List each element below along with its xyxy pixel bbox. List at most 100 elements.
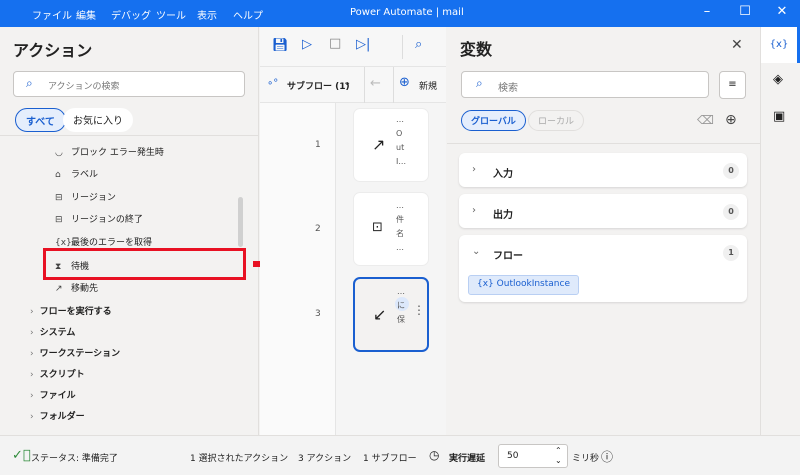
category-script[interactable]: › スクリプト <box>30 367 85 380</box>
search-placeholder: アクションの検索 <box>48 82 120 92</box>
layers-tab-icon[interactable]: ◈ <box>773 72 783 87</box>
category-system[interactable]: › システム <box>30 325 75 338</box>
outlook-icon: ⊡ <box>372 220 383 235</box>
action-item[interactable]: ↗ 移動先 <box>55 281 98 294</box>
variable-search-input[interactable]: ⌕ 検索 <box>461 71 709 98</box>
add-icon[interactable]: ⊕ <box>399 75 410 90</box>
filter-all[interactable]: すべて <box>15 108 66 132</box>
subflow-toolbar: ∘° サブフロー (1) ⌄ ← ⊕ 新規 <box>260 67 446 103</box>
divider <box>393 67 394 103</box>
minimize-button[interactable]: – <box>697 4 717 19</box>
goto-icon: ↗ <box>55 284 63 294</box>
section-flow[interactable]: ⌄ フロー 1 {x} OutlookInstance <box>459 235 747 302</box>
variable-icon: {x} <box>477 279 494 289</box>
category-run-flow[interactable]: › フローを実行する <box>30 304 112 317</box>
shield-icon: ◡ <box>55 148 63 158</box>
menu-view[interactable]: 表示 <box>197 7 217 22</box>
more-options-icon[interactable]: ⋮ <box>413 303 425 317</box>
add-variable-icon[interactable]: ⊕ <box>725 112 737 128</box>
filter-favorites[interactable]: お気に入り <box>63 108 133 132</box>
action-item[interactable]: ◡ ブロック エラー発生時 <box>55 145 164 158</box>
arrow-up-right-icon: ↗ <box>372 135 386 154</box>
category-folder[interactable]: › フォルダー <box>30 409 85 422</box>
variables-tab-icon[interactable]: {x} <box>761 27 800 63</box>
chevron-down-icon[interactable]: ⌄ <box>343 77 351 88</box>
eraser-icon[interactable]: ⌫ <box>697 113 714 127</box>
action-item[interactable]: ⊟ リージョンの終了 <box>55 212 143 225</box>
info-icon[interactable]: ⓘ <box>601 448 613 465</box>
title-bar: ファイル 編集 デバッグ ツール 表示 ヘルプ Power Automate |… <box>0 0 800 27</box>
section-input[interactable]: › 入力 0 <box>459 153 747 187</box>
menu-file[interactable]: ファイル <box>32 7 72 22</box>
maximize-button[interactable]: ☐ <box>735 4 755 19</box>
back-icon[interactable]: ← <box>370 76 381 91</box>
region-end-icon: ⊟ <box>55 215 63 225</box>
category-workstation[interactable]: › ワークステーション <box>30 346 120 359</box>
action-label: リージョン <box>71 193 116 203</box>
menu-help[interactable]: ヘルプ <box>233 7 263 22</box>
step-text: … <box>396 201 404 210</box>
flow-step-card-selected[interactable]: ↙ … に保 ⋮ <box>353 277 429 352</box>
variable-chip[interactable]: {x} OutlookInstance <box>468 275 579 295</box>
section-label: 入力 <box>493 169 513 180</box>
subflow-dropdown[interactable]: サブフロー (1) <box>287 79 350 92</box>
step-text: 件 <box>396 215 404 224</box>
variables-title: 変数 <box>460 40 493 59</box>
scope-global[interactable]: グローバル <box>461 110 526 131</box>
step-text: … <box>396 243 404 252</box>
step-text: O <box>396 129 403 138</box>
images-tab-icon[interactable]: ▣ <box>773 109 785 124</box>
delay-input[interactable]: 50 ⌃ ⌄ <box>498 444 568 468</box>
arrow-down-left-icon: ↙ <box>373 305 387 324</box>
action-count: 3 アクション <box>298 454 352 464</box>
actions-panel: アクション ⌕ アクションの検索 すべて お気に入り ◡ ブロック エラー発生時 … <box>0 27 259 435</box>
category-label: ワークステーション <box>39 349 121 359</box>
action-item[interactable]: ⌂ ラベル <box>55 167 98 180</box>
divider <box>447 143 760 144</box>
window-title: Power Automate | mail <box>350 7 464 18</box>
menu-debug[interactable]: デバッグ <box>111 7 151 22</box>
flow-step-card[interactable]: ⊡ … 件名… <box>353 192 429 266</box>
category-label: フローを実行する <box>39 307 112 317</box>
delay-label: 実行遅延 <box>449 454 486 464</box>
action-item[interactable]: {x}最後のエラーを取得 <box>55 235 152 248</box>
region-icon: ⊟ <box>55 193 63 203</box>
action-item[interactable]: ⊟ リージョン <box>55 190 116 203</box>
section-label: フロー <box>493 251 523 262</box>
scrollbar[interactable] <box>238 197 243 247</box>
category-label: システム <box>39 328 76 338</box>
search-icon[interactable]: ⌕ <box>415 37 422 52</box>
flow-step-card[interactable]: ↗ … Out I... <box>353 108 429 182</box>
chevron-right-icon: › <box>30 307 34 317</box>
step-number: 3 <box>315 309 321 319</box>
stepper-icon[interactable]: ⌃ ⌄ <box>555 446 562 466</box>
save-icon[interactable]: 💾︎ <box>272 38 289 53</box>
chevron-right-icon: › <box>30 412 34 422</box>
chevron-right-icon: › <box>472 205 476 216</box>
clock-icon: ◷ <box>429 448 440 462</box>
action-search-input[interactable]: ⌕ アクションの検索 <box>13 71 245 97</box>
chevron-right-icon: › <box>472 164 476 175</box>
action-label: リージョンの終了 <box>71 215 143 225</box>
menu-edit[interactable]: 編集 <box>76 7 96 22</box>
close-window-button[interactable]: ✕ <box>772 4 792 19</box>
filter-button[interactable]: ≡ <box>719 71 746 99</box>
run-icon[interactable]: ▷ <box>302 37 312 52</box>
variable-name: OutlookInstance <box>496 279 570 289</box>
subflow-count: 1 サブフロー <box>363 454 417 464</box>
category-label: フォルダー <box>39 412 85 422</box>
close-panel-icon[interactable]: ✕ <box>731 37 743 53</box>
new-subflow-button[interactable]: 新規 <box>419 79 437 92</box>
menu-tools[interactable]: ツール <box>156 7 186 22</box>
divider <box>364 67 365 103</box>
filter-icon: ≡ <box>728 79 737 90</box>
step-text: I... <box>396 157 406 166</box>
search-placeholder: 検索 <box>498 83 518 94</box>
scope-local[interactable]: ローカル <box>528 110 585 131</box>
next-step-icon[interactable]: ▷| <box>356 37 370 52</box>
stop-icon[interactable]: □ <box>329 36 341 51</box>
category-file[interactable]: › ファイル <box>30 388 76 401</box>
section-output[interactable]: › 出力 0 <box>459 194 747 228</box>
selected-count: 1 選択されたアクション <box>190 454 289 464</box>
step-text: 保 <box>397 315 405 324</box>
